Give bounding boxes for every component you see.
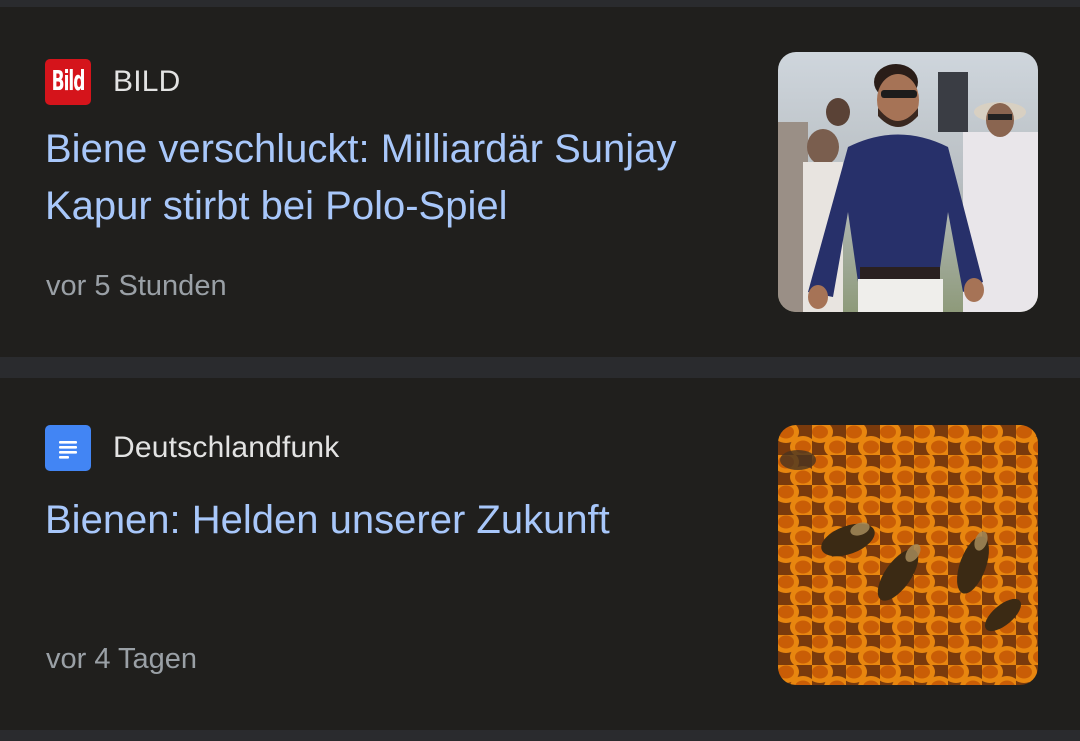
google-news-doc-icon: [45, 425, 91, 471]
bild-logo-icon: Bild: [45, 59, 91, 105]
doc-lines-icon: [59, 441, 77, 459]
man-in-blue-shirt-photo: [778, 52, 1038, 312]
source-name: BILD: [113, 65, 181, 98]
article-timestamp: vor 5 Stunden: [46, 270, 227, 302]
source-row: Bild BILD: [45, 59, 181, 105]
article-headline[interactable]: Biene verschluckt: Milliardär Sunjay Kap…: [45, 121, 745, 235]
news-feed: Bild BILD Biene verschluckt: Milliardär …: [0, 0, 1080, 741]
article-thumbnail[interactable]: [778, 52, 1038, 312]
source-row: Deutschlandfunk: [45, 425, 339, 471]
bild-logo-text: Bild: [51, 66, 86, 98]
bees-on-honeycomb-photo: [778, 425, 1038, 685]
article-thumbnail[interactable]: [778, 425, 1038, 685]
article-timestamp: vor 4 Tagen: [46, 643, 198, 675]
source-name: Deutschlandfunk: [113, 431, 340, 464]
article-headline[interactable]: Bienen: Helden unserer Zukunft: [45, 492, 745, 549]
article-card[interactable]: Deutschlandfunk Bienen: Helden unserer Z…: [0, 378, 1080, 730]
article-card[interactable]: Bild BILD Biene verschluckt: Milliardär …: [0, 7, 1080, 357]
